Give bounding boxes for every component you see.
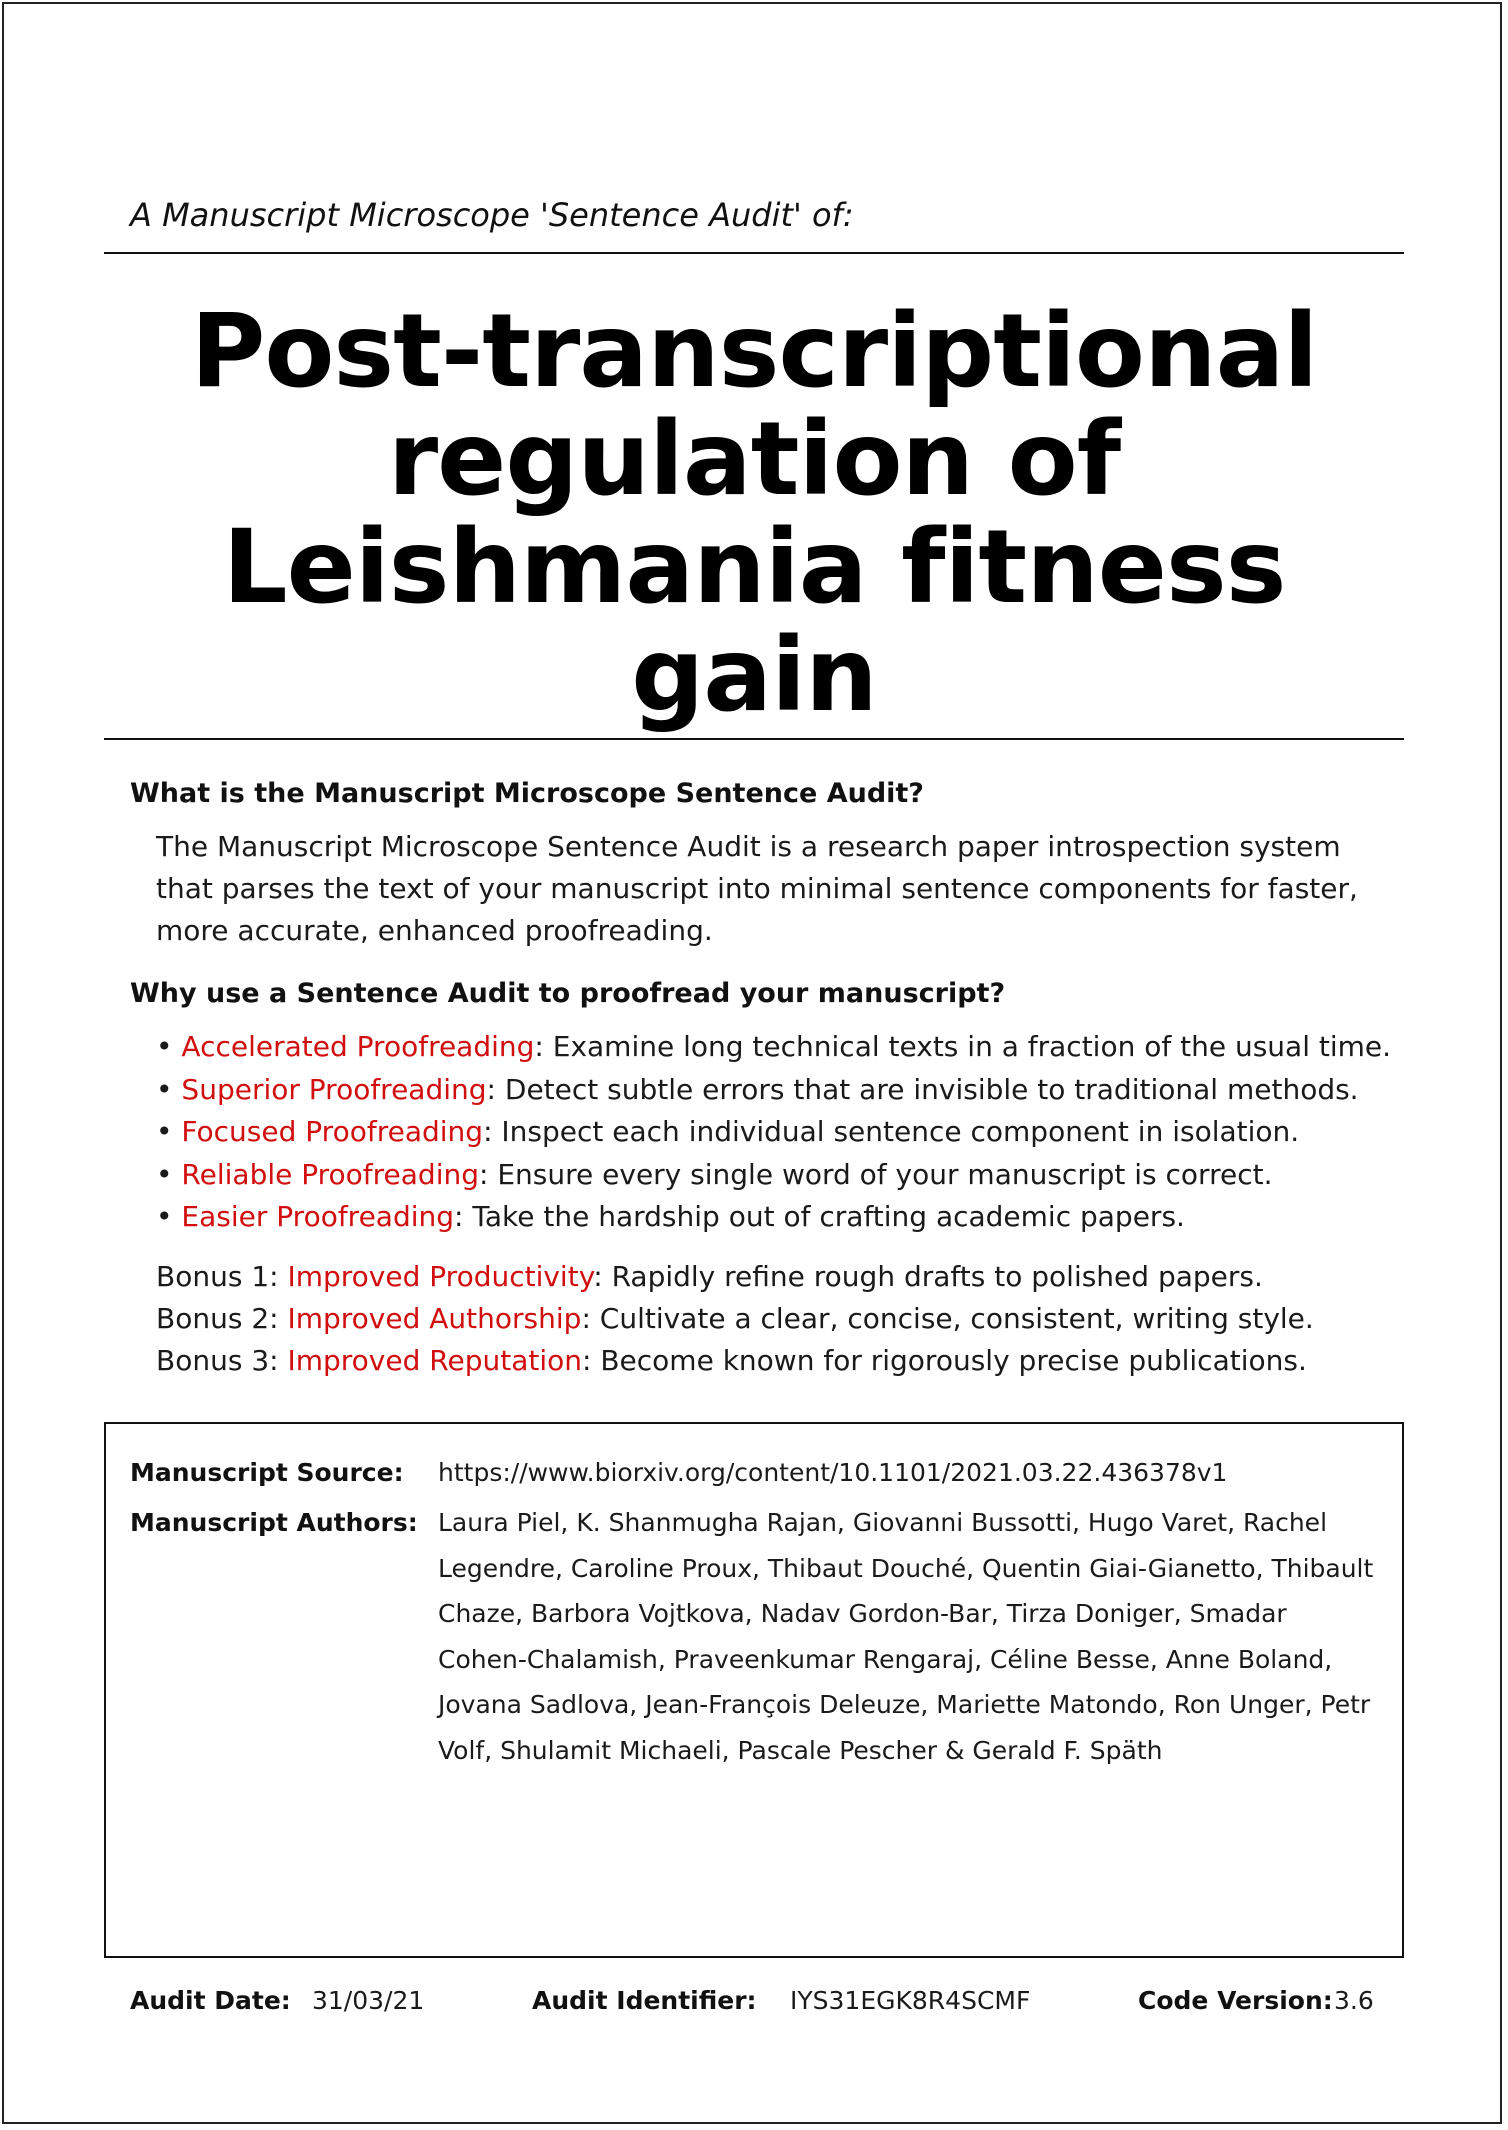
list-item: Bonus 1: Improved Productivity: Rapidly …	[156, 1256, 1314, 1298]
code-version-value: 3.6	[1334, 1986, 1374, 2015]
section-paragraph-what: The Manuscript Microscope Sentence Audit…	[156, 830, 1358, 947]
benefit-text: : Examine long technical texts in a frac…	[534, 1030, 1392, 1063]
list-item: • Superior Proofreading: Detect subtle e…	[156, 1069, 1391, 1112]
list-item: • Accelerated Proofreading: Examine long…	[156, 1026, 1391, 1069]
benefit-text: : Ensure every single word of your manus…	[479, 1157, 1273, 1191]
bonus-term: Improved Productivity	[287, 1260, 594, 1293]
bullet-marker: •	[156, 1157, 182, 1191]
bonus-term: Improved Reputation	[287, 1344, 582, 1377]
bonus-text: : Rapidly refine rough drafts to polishe…	[593, 1260, 1263, 1293]
bonus-list: Bonus 1: Improved Productivity: Rapidly …	[156, 1256, 1314, 1382]
benefit-term: Accelerated Proofreading	[181, 1030, 535, 1063]
top-divider	[104, 252, 1404, 254]
code-version-label: Code Version:	[1138, 1986, 1333, 2015]
bullet-marker: •	[156, 1030, 182, 1063]
title-line: regulation of	[387, 400, 1121, 519]
benefit-term: Reliable Proofreading	[181, 1157, 480, 1191]
source-url: https://www.biorxiv.org/content/10.1101/…	[438, 1458, 1228, 1487]
manuscript-info-box: Manuscript Source: https://www.biorxiv.o…	[104, 1422, 1404, 1958]
title-divider	[104, 738, 1404, 740]
list-item: Bonus 3: Improved Reputation: Become kno…	[156, 1340, 1314, 1382]
benefit-term: Superior Proofreading	[181, 1072, 487, 1106]
title-line: Post-transcriptional	[190, 292, 1319, 411]
audit-identifier-value: IYS31EGK8R4SCMF	[790, 1986, 1031, 2015]
bonus-prefix: Bonus 1:	[156, 1260, 288, 1293]
authors-label: Manuscript Authors:	[130, 1508, 418, 1537]
list-item: Bonus 2: Improved Authorship: Cultivate …	[156, 1298, 1314, 1340]
document-subtitle: A Manuscript Microscope 'Sentence Audit'…	[130, 196, 854, 234]
source-label: Manuscript Source:	[130, 1458, 404, 1487]
audit-date-value: 31/03/21	[312, 1986, 425, 2015]
section-heading-what: What is the Manuscript Microscope Senten…	[130, 778, 924, 809]
bullet-marker: •	[156, 1115, 182, 1148]
bonus-text: : Become known for rigorously precise pu…	[582, 1344, 1307, 1377]
section-heading-why: Why use a Sentence Audit to proofread yo…	[130, 978, 1006, 1009]
list-item: • Reliable Proofreading: Ensure every si…	[156, 1154, 1391, 1197]
benefit-text: : Detect subtle errors that are invisibl…	[486, 1072, 1359, 1106]
bullet-marker: •	[156, 1200, 182, 1233]
benefit-term: Focused Proofreading	[181, 1115, 484, 1148]
bonus-prefix: Bonus 3:	[156, 1344, 288, 1377]
title-line: gain	[631, 616, 877, 735]
benefits-list: • Accelerated Proofreading: Examine long…	[156, 1026, 1391, 1239]
bonus-prefix: Bonus 2:	[156, 1302, 288, 1335]
benefit-term: Easier Proofreading	[181, 1200, 455, 1233]
audit-date-label: Audit Date:	[130, 1986, 291, 2015]
audit-identifier-label: Audit Identifier:	[532, 1986, 757, 2015]
benefit-text: : Take the hardship out of crafting acad…	[454, 1200, 1185, 1233]
authors-list: Laura Piel, K. Shanmugha Rajan, Giovanni…	[438, 1508, 1374, 1765]
bullet-marker: •	[156, 1072, 182, 1106]
document-title: Post-transcriptional regulation of Leish…	[104, 298, 1404, 730]
list-item: • Focused Proofreading: Inspect each ind…	[156, 1111, 1391, 1154]
bonus-text: : Cultivate a clear, concise, consistent…	[581, 1302, 1314, 1335]
bonus-term: Improved Authorship	[287, 1302, 582, 1335]
list-item: • Easier Proofreading: Take the hardship…	[156, 1196, 1391, 1239]
benefit-text: : Inspect each individual sentence compo…	[483, 1115, 1300, 1148]
title-line: Leishmania fitness	[222, 508, 1287, 627]
